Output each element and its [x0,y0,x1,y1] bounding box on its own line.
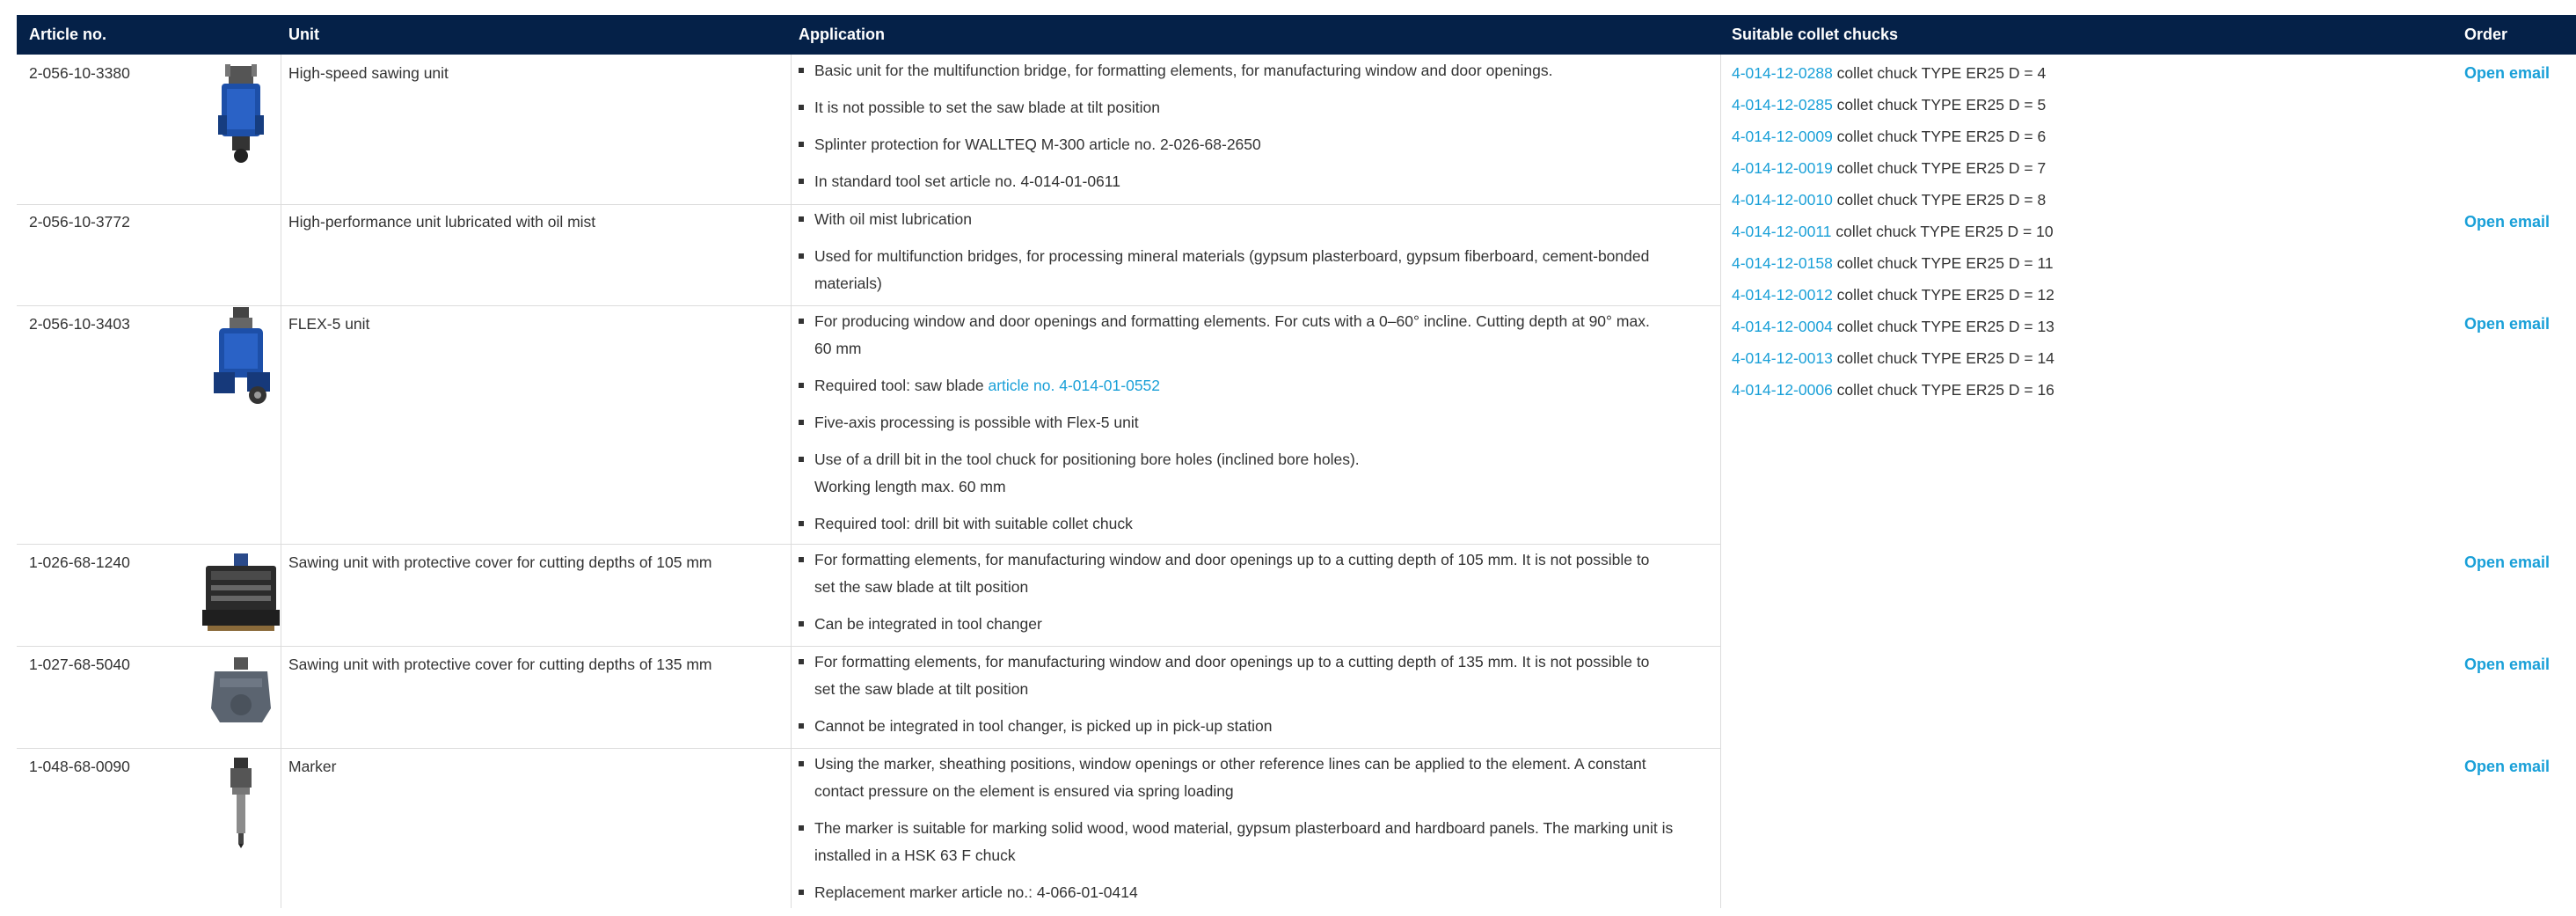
flex5-unit-image [193,305,289,407]
collet-chuck-link[interactable]: 4-014-12-0009 [1732,128,1833,145]
application-item: Splinter protection for WALLTEQ M-300 ar… [799,131,1713,158]
collet-chuck-item: 4-014-12-0285 collet chuck TYPE ER25 D =… [1732,96,2047,114]
collet-chuck-link[interactable]: 4-014-12-0004 [1732,318,1833,335]
open-email-link[interactable]: Open email [2464,656,2550,674]
application-list: For formatting elements, for manufacturi… [799,649,1713,750]
sawing-unit-105-image [193,552,289,633]
application-item: With oil mist lubrication [799,206,1713,233]
collet-chuck-link[interactable]: 4-014-12-0006 [1732,381,1833,399]
application-item: It is not possible to set the saw blade … [799,94,1713,121]
header-collet-chucks: Suitable collet chucks [1732,26,1899,43]
collet-chuck-item: 4-014-12-0006 collet chuck TYPE ER25 D =… [1732,381,2054,399]
application-item: Used for multifunction bridges, for proc… [799,243,1713,297]
collet-chuck-link[interactable]: 4-014-12-0013 [1732,349,1833,367]
collet-chuck-item: 4-014-12-0010 collet chuck TYPE ER25 D =… [1732,191,2047,209]
article-no: 2-056-10-3772 [29,213,130,231]
collet-chuck-link[interactable]: 4-014-12-0285 [1732,96,1833,114]
collet-chuck-link[interactable]: 4-014-12-0011 [1732,223,1832,240]
application-item: Required tool: drill bit with suitable c… [799,510,1713,538]
article-no: 1-027-68-5040 [29,656,130,673]
collet-chuck-item: 4-014-12-0011 collet chuck TYPE ER25 D =… [1732,223,2054,240]
application-item: Use of a drill bit in the tool chuck for… [799,446,1713,501]
collet-chuck-link[interactable]: 4-014-12-0019 [1732,159,1833,177]
open-email-link[interactable]: Open email [2464,213,2550,231]
application-item: Can be integrated in tool changer [799,611,1713,638]
application-item: The marker is suitable for marking solid… [799,815,1713,869]
application-item: For producing window and door openings a… [799,308,1713,363]
column-divider [1720,55,1721,908]
application-item: Required tool: saw blade article no. 4-0… [799,372,1713,399]
marker-unit-image [193,756,289,849]
open-email-link[interactable]: Open email [2464,315,2550,333]
article-no: 2-056-10-3380 [29,64,130,82]
saw-blade-article-link[interactable]: article no. 4-014-01-0552 [988,377,1160,394]
application-list: For producing window and door openings a… [799,308,1713,547]
application-list: For formatting elements, for manufacturi… [799,546,1713,648]
application-item: For formatting elements, for manufacturi… [799,649,1713,703]
article-no: 1-026-68-1240 [29,553,130,571]
column-divider [791,55,792,908]
open-email-link[interactable]: Open email [2464,758,2550,776]
table-header: Article no. Unit Application Suitable co… [17,15,2576,55]
header-application: Application [799,26,885,43]
application-item: Replacement marker article no.: 4-066-01… [799,879,1713,906]
article-no: 1-048-68-0090 [29,758,130,775]
collet-chuck-item: 4-014-12-0012 collet chuck TYPE ER25 D =… [1732,286,2054,304]
unit-name: Marker [288,758,337,775]
sawing-unit-image [193,62,289,168]
unit-name: High-speed sawing unit [288,64,449,82]
collet-chuck-item: 4-014-12-0019 collet chuck TYPE ER25 D =… [1732,159,2047,177]
application-item: Using the marker, sheathing positions, w… [799,751,1713,805]
sawing-unit-135-image [193,656,289,729]
header-unit: Unit [288,26,319,43]
application-list: Using the marker, sheathing positions, w… [799,751,1713,916]
collet-chuck-link[interactable]: 4-014-12-0010 [1732,191,1833,209]
unit-name: FLEX-5 unit [288,315,370,333]
open-email-link[interactable]: Open email [2464,64,2550,83]
collet-chuck-link[interactable]: 4-014-12-0012 [1732,286,1833,304]
application-item: For formatting elements, for manufacturi… [799,546,1713,601]
application-item: Five-axis processing is possible with Fl… [799,409,1713,436]
collet-chuck-link[interactable]: 4-014-12-0288 [1732,64,1833,82]
header-article-no: Article no. [29,26,107,43]
collet-chuck-item: 4-014-12-0009 collet chuck TYPE ER25 D =… [1732,128,2047,145]
application-item: In standard tool set article no. 4-014-0… [799,168,1713,195]
open-email-link[interactable]: Open email [2464,553,2550,572]
collet-chuck-item: 4-014-12-0004 collet chuck TYPE ER25 D =… [1732,318,2054,335]
application-item: Cannot be integrated in tool changer, is… [799,713,1713,740]
application-item: Basic unit for the multifunction bridge,… [799,57,1713,84]
article-no: 2-056-10-3403 [29,315,130,333]
unit-name: Sawing unit with protective cover for cu… [288,553,712,571]
collet-chuck-item: 4-014-12-0013 collet chuck TYPE ER25 D =… [1732,349,2054,367]
unit-name: Sawing unit with protective cover for cu… [288,656,712,673]
unit-name: High-performance unit lubricated with oi… [288,213,596,231]
product-table: Article no. Unit Application Suitable co… [17,15,2576,908]
collet-chuck-link[interactable]: 4-014-12-0158 [1732,254,1833,272]
collet-chuck-item: 4-014-12-0288 collet chuck TYPE ER25 D =… [1732,64,2047,82]
collet-chuck-item: 4-014-12-0158 collet chuck TYPE ER25 D =… [1732,254,2054,272]
header-order: Order [2464,26,2508,43]
application-list: With oil mist lubrication Used for multi… [799,206,1713,307]
application-list: Basic unit for the multifunction bridge,… [799,57,1713,205]
